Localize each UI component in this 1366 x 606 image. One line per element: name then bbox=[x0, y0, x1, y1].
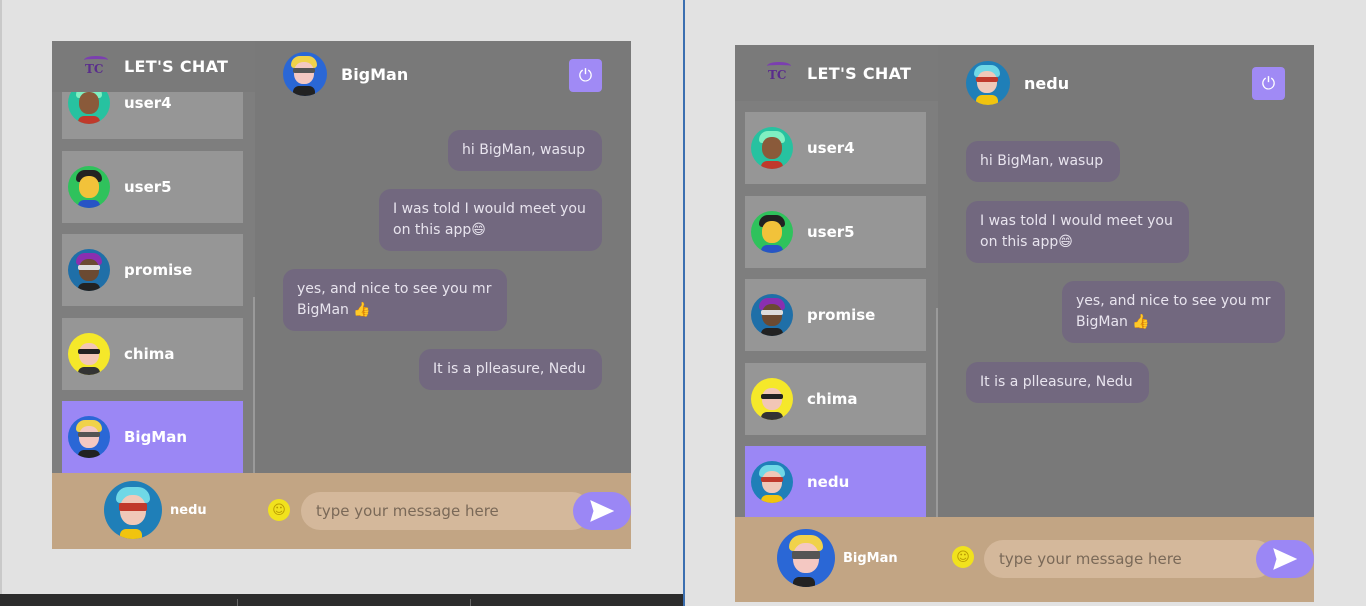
app-title: LET'S CHAT bbox=[124, 57, 229, 76]
logout-button[interactable]: ⏻ bbox=[1252, 67, 1285, 100]
message-input[interactable] bbox=[984, 540, 1274, 578]
user-name: user4 bbox=[124, 94, 172, 112]
avatar bbox=[751, 378, 793, 420]
current-user: BigMan bbox=[777, 529, 898, 587]
current-user-name: nedu bbox=[170, 502, 207, 518]
send-icon bbox=[590, 500, 614, 522]
scrollbar[interactable] bbox=[936, 308, 938, 517]
send-button[interactable] bbox=[1256, 540, 1314, 578]
current-user-name: BigMan bbox=[843, 550, 898, 566]
chat-partner-name: nedu bbox=[1024, 73, 1070, 93]
avatar bbox=[966, 61, 1010, 105]
user-name: user5 bbox=[124, 178, 172, 196]
current-user: nedu bbox=[104, 481, 207, 539]
avatar bbox=[283, 52, 327, 96]
user-list[interactable]: user4 user5 promise chima BigMan bbox=[62, 41, 243, 473]
send-icon bbox=[1273, 548, 1297, 570]
sidebar-header: TC LET'S CHAT bbox=[52, 41, 255, 92]
sidebar-header: TC LET'S CHAT bbox=[735, 45, 938, 101]
avatar bbox=[68, 333, 110, 375]
message-input[interactable] bbox=[301, 492, 591, 530]
avatar bbox=[751, 461, 793, 503]
user-name: chima bbox=[124, 345, 175, 363]
user-name: user4 bbox=[807, 139, 855, 157]
user-item-user5[interactable]: user5 bbox=[62, 151, 243, 223]
user-item-nedu[interactable]: nedu bbox=[745, 446, 926, 517]
chat-app-right: TC LET'S CHAT user4 user5 promise chima … bbox=[735, 45, 1314, 602]
smiley-icon: ☺ bbox=[956, 549, 970, 565]
left-browser-pane: TC LET'S CHAT user4 user5 promise chima … bbox=[0, 0, 683, 606]
window-edge bbox=[0, 0, 2, 606]
user-item-promise[interactable]: promise bbox=[745, 279, 926, 351]
sidebar: TC LET'S CHAT user4 user5 promise chima … bbox=[735, 45, 938, 517]
message-bubble: yes, and nice to see you mr BigMan 👍 bbox=[283, 269, 507, 331]
emoji-button[interactable]: ☺ bbox=[952, 546, 974, 568]
message-bubble: hi BigMan, wasup bbox=[448, 130, 602, 171]
user-name: BigMan bbox=[124, 428, 188, 446]
user-name: promise bbox=[807, 306, 876, 324]
user-item-chima[interactable]: chima bbox=[62, 318, 243, 390]
power-icon: ⏻ bbox=[578, 65, 593, 86]
user-item-promise[interactable]: promise bbox=[62, 234, 243, 306]
chat-header: nedu bbox=[966, 61, 1069, 105]
chat-header: BigMan bbox=[283, 52, 408, 96]
user-name: chima bbox=[807, 390, 858, 408]
user-name: user5 bbox=[807, 223, 855, 241]
user-name: nedu bbox=[807, 473, 850, 491]
app-title: LET'S CHAT bbox=[807, 63, 912, 83]
user-item-user4[interactable]: user4 bbox=[745, 112, 926, 184]
avatar bbox=[68, 166, 110, 208]
scrollbar[interactable] bbox=[253, 297, 255, 473]
avatar bbox=[68, 249, 110, 291]
message-bubble: I was told I would meet you on this app😄 bbox=[379, 189, 602, 251]
user-item-user5[interactable]: user5 bbox=[745, 196, 926, 268]
message-bubble: It is a plleasure, Nedu bbox=[419, 349, 602, 390]
sidebar: TC LET'S CHAT user4 user5 promise chima … bbox=[52, 41, 255, 473]
emoji-button[interactable]: ☺ bbox=[268, 499, 290, 521]
user-item-chima[interactable]: chima bbox=[745, 363, 926, 435]
avatar bbox=[751, 127, 793, 169]
message-bubble: I was told I would meet you on this app😄 bbox=[966, 201, 1189, 263]
user-name: promise bbox=[124, 261, 193, 279]
avatar bbox=[777, 529, 835, 587]
message-bubble: hi BigMan, wasup bbox=[966, 141, 1120, 182]
send-button[interactable] bbox=[573, 492, 631, 530]
tc-logo: TC bbox=[82, 52, 112, 82]
taskbar bbox=[0, 594, 683, 606]
user-list[interactable]: user4 user5 promise chima nedu bbox=[745, 45, 926, 517]
message-bubble: yes, and nice to see you mr BigMan 👍 bbox=[1062, 281, 1285, 343]
composer-bar: BigMan ☺ bbox=[735, 517, 1314, 602]
logout-button[interactable]: ⏻ bbox=[569, 59, 602, 92]
message-bubble: It is a plleasure, Nedu bbox=[966, 362, 1149, 403]
smiley-icon: ☺ bbox=[272, 502, 286, 518]
chat-app-left: TC LET'S CHAT user4 user5 promise chima … bbox=[52, 41, 631, 549]
composer-bar: nedu ☺ bbox=[52, 473, 631, 549]
avatar bbox=[68, 416, 110, 458]
user-item-bigman[interactable]: BigMan bbox=[62, 401, 243, 473]
avatar bbox=[751, 294, 793, 336]
avatar bbox=[751, 211, 793, 253]
right-browser-pane: TC LET'S CHAT user4 user5 promise chima … bbox=[683, 0, 1366, 606]
tc-logo: TC bbox=[765, 58, 795, 88]
power-icon: ⏻ bbox=[1261, 73, 1276, 94]
avatar bbox=[104, 481, 162, 539]
chat-partner-name: BigMan bbox=[341, 64, 409, 84]
